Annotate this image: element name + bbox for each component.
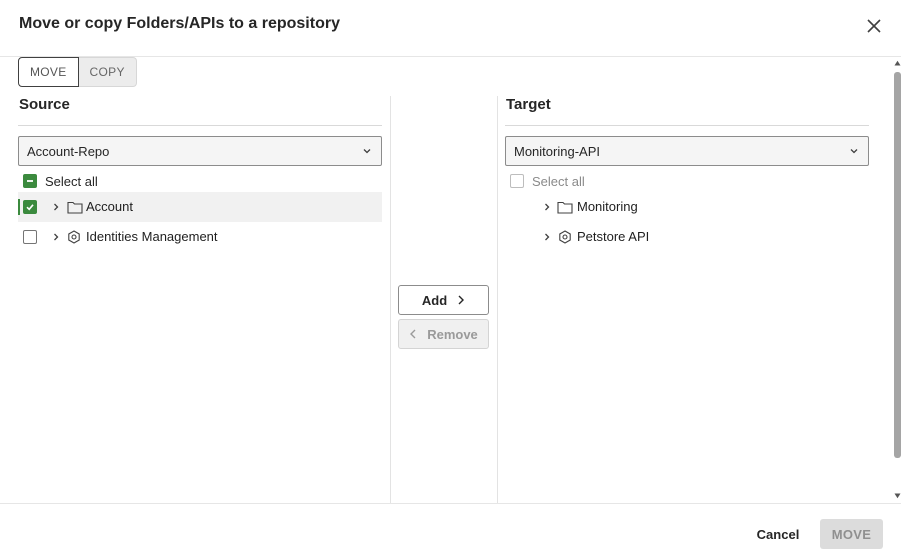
scroll-up-arrow-icon[interactable] (894, 60, 901, 66)
chevron-right-icon (458, 295, 465, 305)
target-select-all: Select all (510, 173, 585, 189)
selection-marker (18, 199, 20, 215)
list-item[interactable]: Account (18, 192, 382, 222)
item-checkbox[interactable] (23, 200, 37, 214)
item-label: Identities Management (86, 229, 218, 244)
select-all-checkbox[interactable] (23, 174, 37, 188)
source-repo-value: Account-Repo (27, 143, 110, 159)
scrollbar-thumb[interactable] (894, 72, 901, 458)
folder-icon (67, 201, 83, 214)
scroll-down-arrow-icon[interactable] (894, 493, 901, 499)
chevron-right-icon[interactable] (543, 232, 551, 242)
add-button[interactable]: Add (398, 285, 489, 315)
api-icon (68, 230, 80, 244)
list-item[interactable]: Petstore API (505, 222, 869, 252)
target-repo-select[interactable]: Monitoring-API (505, 136, 869, 166)
select-all-checkbox (510, 174, 524, 188)
mode-toggle: MOVE COPY (18, 57, 137, 87)
tab-move[interactable]: MOVE (18, 57, 79, 87)
item-label: Monitoring (577, 199, 638, 214)
remove-button-label: Remove (427, 326, 478, 342)
checkmark-icon (26, 204, 34, 211)
chevron-right-icon[interactable] (52, 232, 60, 242)
remove-button[interactable]: Remove (398, 319, 489, 349)
column-divider-left (390, 96, 391, 503)
select-all-label: Select all (532, 173, 585, 189)
footer-divider (0, 503, 901, 504)
source-heading: Source (19, 96, 70, 113)
target-heading: Target (506, 96, 551, 113)
tab-copy[interactable]: COPY (78, 57, 137, 87)
item-label: Petstore API (577, 229, 650, 244)
target-divider (505, 125, 869, 126)
chevron-down-icon (850, 149, 858, 154)
source-divider (18, 125, 382, 126)
chevron-right-icon[interactable] (543, 202, 551, 212)
chevron-right-icon[interactable] (52, 202, 60, 212)
list-item[interactable]: Monitoring (505, 192, 869, 222)
close-icon[interactable] (864, 16, 884, 36)
list-item[interactable]: Identities Management (18, 222, 382, 252)
select-all-label: Select all (45, 173, 98, 189)
item-label: Account (86, 199, 133, 214)
add-button-label: Add (421, 292, 448, 308)
chevron-left-icon (410, 329, 416, 339)
source-select-all[interactable]: Select all (23, 173, 98, 189)
indeterminate-icon (27, 180, 33, 182)
api-icon (559, 230, 571, 244)
folder-icon (557, 201, 573, 214)
target-repo-value: Monitoring-API (514, 143, 600, 159)
dialog-title: Move or copy Folders/APIs to a repositor… (19, 15, 340, 32)
source-repo-select[interactable]: Account-Repo (18, 136, 382, 166)
chevron-down-icon (363, 149, 371, 154)
move-button[interactable]: MOVE (820, 519, 883, 549)
item-checkbox[interactable] (23, 230, 37, 244)
cancel-button[interactable]: Cancel (748, 519, 808, 549)
column-divider-right (497, 96, 498, 503)
